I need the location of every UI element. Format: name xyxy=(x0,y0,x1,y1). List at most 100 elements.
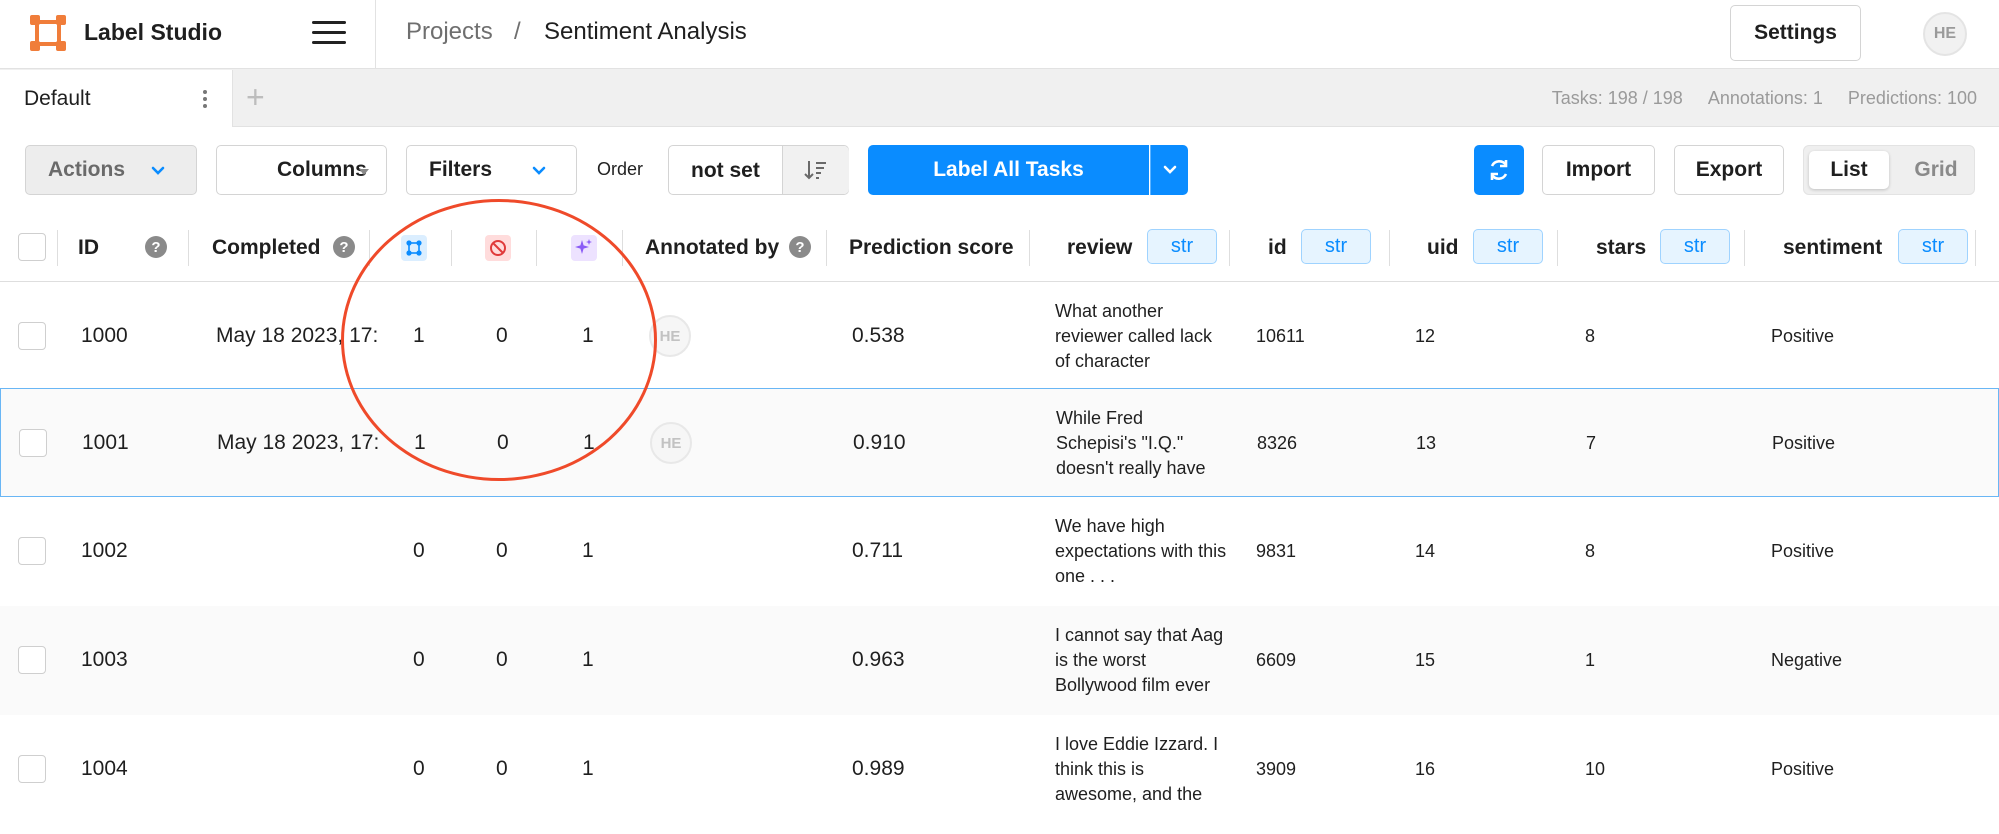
annotations-count-icon[interactable] xyxy=(401,235,427,261)
tasks-count: Tasks: 198 / 198 xyxy=(1551,88,1683,108)
sentiment-value: Positive xyxy=(1771,326,1835,346)
stars-value: 8 xyxy=(1585,541,1596,561)
label-studio-logo-icon[interactable] xyxy=(30,15,66,51)
import-button[interactable]: Import xyxy=(1542,145,1655,195)
row-checkbox[interactable] xyxy=(18,755,46,783)
prediction-score: 0.910 xyxy=(853,431,906,454)
breadcrumb-projects-link[interactable]: Projects xyxy=(406,18,493,46)
column-divider xyxy=(1975,230,1976,266)
task-id: 1002 xyxy=(81,539,128,562)
columns-button[interactable]: Columns xyxy=(216,145,387,195)
predictions-count-icon[interactable] xyxy=(571,235,597,261)
table-row[interactable]: 1003 0 0 1 0.963 I cannot say that Aag i… xyxy=(0,606,1999,715)
column-header-annotated-by[interactable]: Annotated by xyxy=(645,236,779,260)
row-checkbox[interactable] xyxy=(18,537,46,565)
prediction-score: 0.711 xyxy=(852,539,903,562)
actions-button[interactable]: Actions xyxy=(25,145,197,195)
column-header-uid[interactable]: uid xyxy=(1427,236,1459,260)
chevron-down-icon xyxy=(151,166,165,175)
help-icon[interactable]: ? xyxy=(333,236,355,258)
column-header-id[interactable]: ID xyxy=(78,236,99,260)
settings-button[interactable]: Settings xyxy=(1730,5,1861,61)
type-badge: str xyxy=(1898,229,1968,264)
user-avatar[interactable]: HE xyxy=(1923,12,1967,56)
data-id: 10611 xyxy=(1256,326,1305,346)
tab-default[interactable]: Default xyxy=(0,70,233,127)
review-text: We have high expectations with this one … xyxy=(1055,516,1227,586)
predictions-count: 1 xyxy=(583,431,595,454)
table-row[interactable]: 1002 0 0 1 0.711 We have high expectatio… xyxy=(0,497,1999,606)
export-button[interactable]: Export xyxy=(1674,145,1784,195)
tab-bar: Default + Tasks: 198 / 198 Annotations: … xyxy=(0,69,1999,127)
column-divider xyxy=(451,230,452,266)
type-badge: str xyxy=(1147,229,1217,264)
row-checkbox[interactable] xyxy=(18,646,46,674)
top-bar: Label Studio Projects / Sentiment Analys… xyxy=(0,0,1999,69)
help-icon[interactable]: ? xyxy=(789,236,811,258)
annotations-count: Annotations: 1 xyxy=(1707,88,1823,108)
column-divider xyxy=(1744,230,1745,266)
table-row[interactable]: 1000 May 18 2023, 17: 1 0 1 HE 0.538 Wha… xyxy=(0,282,1999,391)
menu-icon[interactable] xyxy=(312,21,346,47)
type-badge: str xyxy=(1473,229,1543,264)
grid-view-button[interactable]: Grid xyxy=(1904,151,1968,189)
label-all-dropdown[interactable] xyxy=(1150,145,1188,195)
column-divider xyxy=(1389,230,1390,266)
predictions-count: 1 xyxy=(582,757,594,780)
filters-button[interactable]: Filters xyxy=(406,145,577,195)
annotations-count: 1 xyxy=(413,324,425,347)
column-header-stars[interactable]: stars xyxy=(1596,236,1646,260)
type-badge: str xyxy=(1660,229,1730,264)
annotator-avatar: HE xyxy=(650,422,692,464)
column-header-completed[interactable]: Completed xyxy=(212,236,321,260)
order-value[interactable]: not set xyxy=(691,159,760,183)
sort-direction-icon[interactable] xyxy=(782,146,849,194)
task-id: 1000 xyxy=(81,324,128,347)
list-view-button[interactable]: List xyxy=(1809,151,1889,189)
prediction-score: 0.989 xyxy=(852,757,905,780)
sentiment-value: Positive xyxy=(1771,759,1835,779)
review-text: What another reviewer called lack of cha… xyxy=(1055,301,1213,371)
type-badge: str xyxy=(1301,229,1371,264)
uid-value: 16 xyxy=(1415,759,1436,779)
table-row[interactable]: 1004 0 0 1 0.989 I love Eddie Izzard. I … xyxy=(0,715,1999,824)
breadcrumb-separator: / xyxy=(514,18,521,45)
column-divider xyxy=(1557,230,1558,266)
column-divider xyxy=(57,230,58,266)
uid-value: 12 xyxy=(1415,326,1436,346)
caret-down-icon xyxy=(359,169,369,175)
column-header-id-field[interactable]: id xyxy=(1268,236,1287,260)
help-icon[interactable]: ? xyxy=(145,236,167,258)
column-header-prediction-score[interactable]: Prediction score xyxy=(849,236,1014,260)
column-divider xyxy=(622,230,623,266)
table-header: ID ? Completed ? Annotated by ? Predicti… xyxy=(0,216,1999,282)
row-checkbox[interactable] xyxy=(19,429,47,457)
label-all-tasks-button[interactable]: Label All Tasks xyxy=(868,145,1149,195)
select-all-checkbox[interactable] xyxy=(18,233,46,261)
task-stats: Tasks: 198 / 198 Annotations: 1 Predicti… xyxy=(1552,88,1977,109)
predictions-count: 1 xyxy=(582,324,594,347)
stars-value: 10 xyxy=(1585,759,1606,779)
refresh-icon xyxy=(1490,160,1508,180)
column-divider xyxy=(536,230,537,266)
chevron-down-icon xyxy=(532,166,546,175)
column-header-sentiment[interactable]: sentiment xyxy=(1783,236,1882,260)
data-id: 9831 xyxy=(1256,541,1297,561)
column-divider xyxy=(369,230,370,266)
sentiment-value: Positive xyxy=(1771,541,1835,561)
cancelled-count: 0 xyxy=(496,539,508,562)
cancelled-count: 0 xyxy=(496,648,508,671)
column-header-review[interactable]: review xyxy=(1067,236,1132,260)
add-tab-icon[interactable]: + xyxy=(246,79,265,116)
row-checkbox[interactable] xyxy=(18,322,46,350)
predictions-count: Predictions: 100 xyxy=(1847,88,1977,108)
order-selector[interactable]: not set xyxy=(668,145,849,195)
view-toggle: List Grid xyxy=(1803,145,1975,195)
table-row[interactable]: 1001 May 18 2023, 17: 1 0 1 HE 0.910 Whi… xyxy=(0,388,1999,497)
review-text: I cannot say that Aag is the worst Bolly… xyxy=(1055,625,1224,695)
stars-value: 8 xyxy=(1585,326,1596,346)
cancelled-count-icon[interactable] xyxy=(485,235,511,261)
predictions-count: 1 xyxy=(582,539,594,562)
refresh-button[interactable] xyxy=(1474,145,1524,195)
tab-options-icon[interactable] xyxy=(202,90,208,108)
